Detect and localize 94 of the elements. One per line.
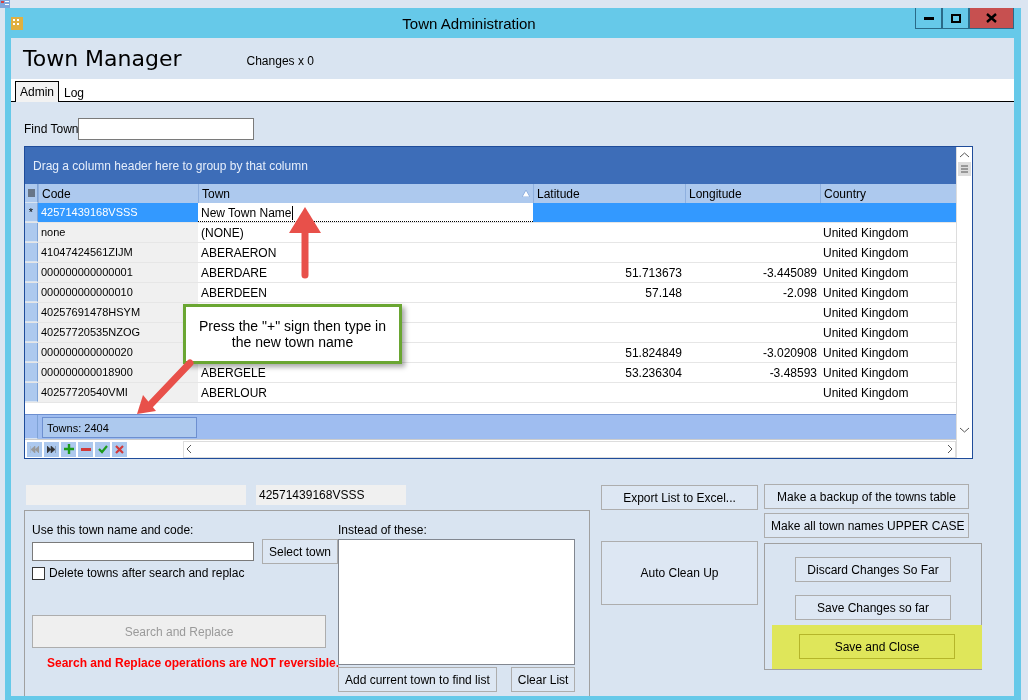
table-cell-text: ABERDARE bbox=[200, 265, 269, 282]
table-cell: 000000000018900 bbox=[38, 363, 198, 382]
table-cell: 000000000000001 bbox=[38, 263, 198, 282]
selected-row[interactable]: * 42571439168VSSS New Town Name bbox=[25, 203, 956, 223]
app-icon[interactable] bbox=[0, 0, 10, 8]
table-cell-text: United Kingdom bbox=[822, 325, 910, 342]
add-icon[interactable] bbox=[61, 441, 76, 457]
discard-button[interactable]: Discard Changes So Far bbox=[795, 557, 951, 582]
table-cell-text: -3.445089 bbox=[761, 265, 818, 282]
app-title: Town Manager bbox=[23, 46, 182, 71]
close-icon bbox=[986, 13, 997, 23]
table-cell-text: 51.713673 bbox=[624, 265, 683, 282]
table-cell: 40257691478HSYM bbox=[38, 303, 198, 322]
use-town-label: Use this town name and code: bbox=[32, 523, 195, 537]
table-cell-text: United Kingdom bbox=[822, 365, 910, 382]
vertical-scrollbar[interactable] bbox=[956, 147, 972, 458]
maximize-button[interactable] bbox=[942, 8, 969, 29]
find-list[interactable] bbox=[338, 539, 575, 665]
table-cell: 41047424561ZIJM bbox=[38, 243, 198, 262]
export-button[interactable]: Export List to Excel... bbox=[601, 485, 758, 510]
check-icon[interactable] bbox=[95, 441, 110, 457]
warning-text: Search and Replace operations are NOT reversible. bbox=[47, 656, 338, 670]
find-town-field[interactable] bbox=[78, 118, 255, 140]
tab[interactable]: Log bbox=[59, 83, 90, 101]
table-cell: 000000000000010 bbox=[38, 283, 198, 302]
backup-button[interactable]: Make a backup of the towns table bbox=[764, 484, 969, 509]
row-indicator[interactable]: * bbox=[25, 203, 38, 222]
table-cell-text: United Kingdom bbox=[822, 225, 910, 242]
delete-checkbox[interactable] bbox=[32, 566, 45, 580]
table-cell-text: United Kingdom bbox=[822, 265, 910, 282]
instead-label: Instead of these: bbox=[338, 523, 428, 537]
find-town-label: Find Town bbox=[24, 122, 79, 136]
row-indicator[interactable] bbox=[25, 323, 38, 342]
table-cell-text: -3.48593 bbox=[768, 365, 818, 382]
auto-clean-button[interactable]: Auto Clean Up bbox=[601, 541, 758, 605]
table-cell-text: United Kingdom bbox=[822, 345, 910, 362]
table-cell-text: United Kingdom bbox=[822, 385, 910, 402]
add-town-button[interactable]: Add current town to find list bbox=[338, 667, 497, 692]
save-close-button[interactable]: Save and Close bbox=[799, 634, 955, 659]
row-indicator[interactable] bbox=[25, 263, 38, 282]
changes-count: Changes x 0 bbox=[246, 53, 314, 68]
delete-option-label: Delete towns after search and replac bbox=[49, 566, 245, 580]
row-indicator[interactable] bbox=[25, 343, 38, 362]
row-indicator[interactable] bbox=[25, 243, 38, 262]
town-edit-field[interactable]: New Town Name bbox=[198, 203, 533, 222]
tab[interactable]: Admin bbox=[15, 81, 59, 102]
table-cell: 40257720540VMI bbox=[38, 383, 198, 402]
callout-note: Press the "+" sign then type in the new town name bbox=[183, 304, 402, 364]
scroll-right-icon[interactable] bbox=[947, 445, 952, 453]
table-cell: none bbox=[38, 223, 198, 242]
table-cell-text: (NONE) bbox=[200, 225, 245, 242]
building-icon bbox=[11, 16, 23, 30]
table-cell-text: 57.148 bbox=[644, 285, 683, 302]
scroll-up-icon[interactable] bbox=[960, 152, 969, 158]
table-cell-text: ABERGELE bbox=[200, 365, 267, 382]
last-record-icon[interactable] bbox=[44, 441, 59, 457]
row-indicator[interactable] bbox=[25, 363, 38, 382]
maximize-icon bbox=[950, 13, 961, 23]
remove-icon[interactable] bbox=[78, 441, 93, 457]
cancel-icon[interactable] bbox=[112, 441, 127, 457]
town-name-field[interactable] bbox=[32, 542, 254, 561]
table-cell-text: United Kingdom bbox=[822, 305, 910, 322]
table-cell-text: -2.098 bbox=[781, 285, 818, 302]
row-indicator[interactable] bbox=[25, 223, 38, 242]
annotation-arrow bbox=[289, 207, 321, 279]
annotation-arrow bbox=[137, 359, 194, 414]
sort-icon bbox=[522, 190, 530, 197]
horizontal-scrollbar[interactable] bbox=[183, 440, 956, 458]
table-cell-text: United Kingdom bbox=[822, 245, 910, 262]
row-indicator[interactable] bbox=[25, 283, 38, 302]
scroll-down-icon[interactable] bbox=[960, 427, 969, 433]
window-title: Town Administration bbox=[401, 14, 537, 32]
table-cell-text: ABERLOUR bbox=[200, 385, 269, 402]
close-button[interactable] bbox=[969, 8, 1014, 29]
table-cell-text: 53.236304 bbox=[624, 365, 683, 382]
table-cell-text: ABERAERON bbox=[200, 245, 278, 262]
selected-code: 42571439168VSSS bbox=[256, 485, 406, 505]
row-count: Towns: 2404 bbox=[42, 416, 197, 438]
minimize-button[interactable] bbox=[915, 8, 942, 29]
row-indicator[interactable] bbox=[25, 303, 38, 322]
table-cell-text: -3.020908 bbox=[761, 345, 818, 362]
group-hint: Drag a column header here to group by that column bbox=[33, 159, 308, 173]
table-cell-text: United Kingdom bbox=[822, 285, 910, 302]
select-town-button[interactable]: Select town bbox=[261, 539, 338, 564]
scroll-left-icon[interactable] bbox=[187, 445, 192, 453]
row-indicator[interactable] bbox=[25, 383, 38, 402]
save-so-far-button[interactable]: Save Changes so far bbox=[795, 595, 951, 620]
clear-list-button[interactable]: Clear List bbox=[510, 667, 576, 692]
minimize-icon bbox=[923, 16, 934, 20]
upper-case-button[interactable]: Make all town names UPPER CASE bbox=[764, 513, 969, 538]
column-chooser-icon[interactable] bbox=[25, 184, 38, 203]
table-cell-text: 51.824849 bbox=[624, 345, 683, 362]
scroll-thumb[interactable] bbox=[958, 162, 971, 176]
table-cell-text: ABERDEEN bbox=[200, 285, 269, 302]
